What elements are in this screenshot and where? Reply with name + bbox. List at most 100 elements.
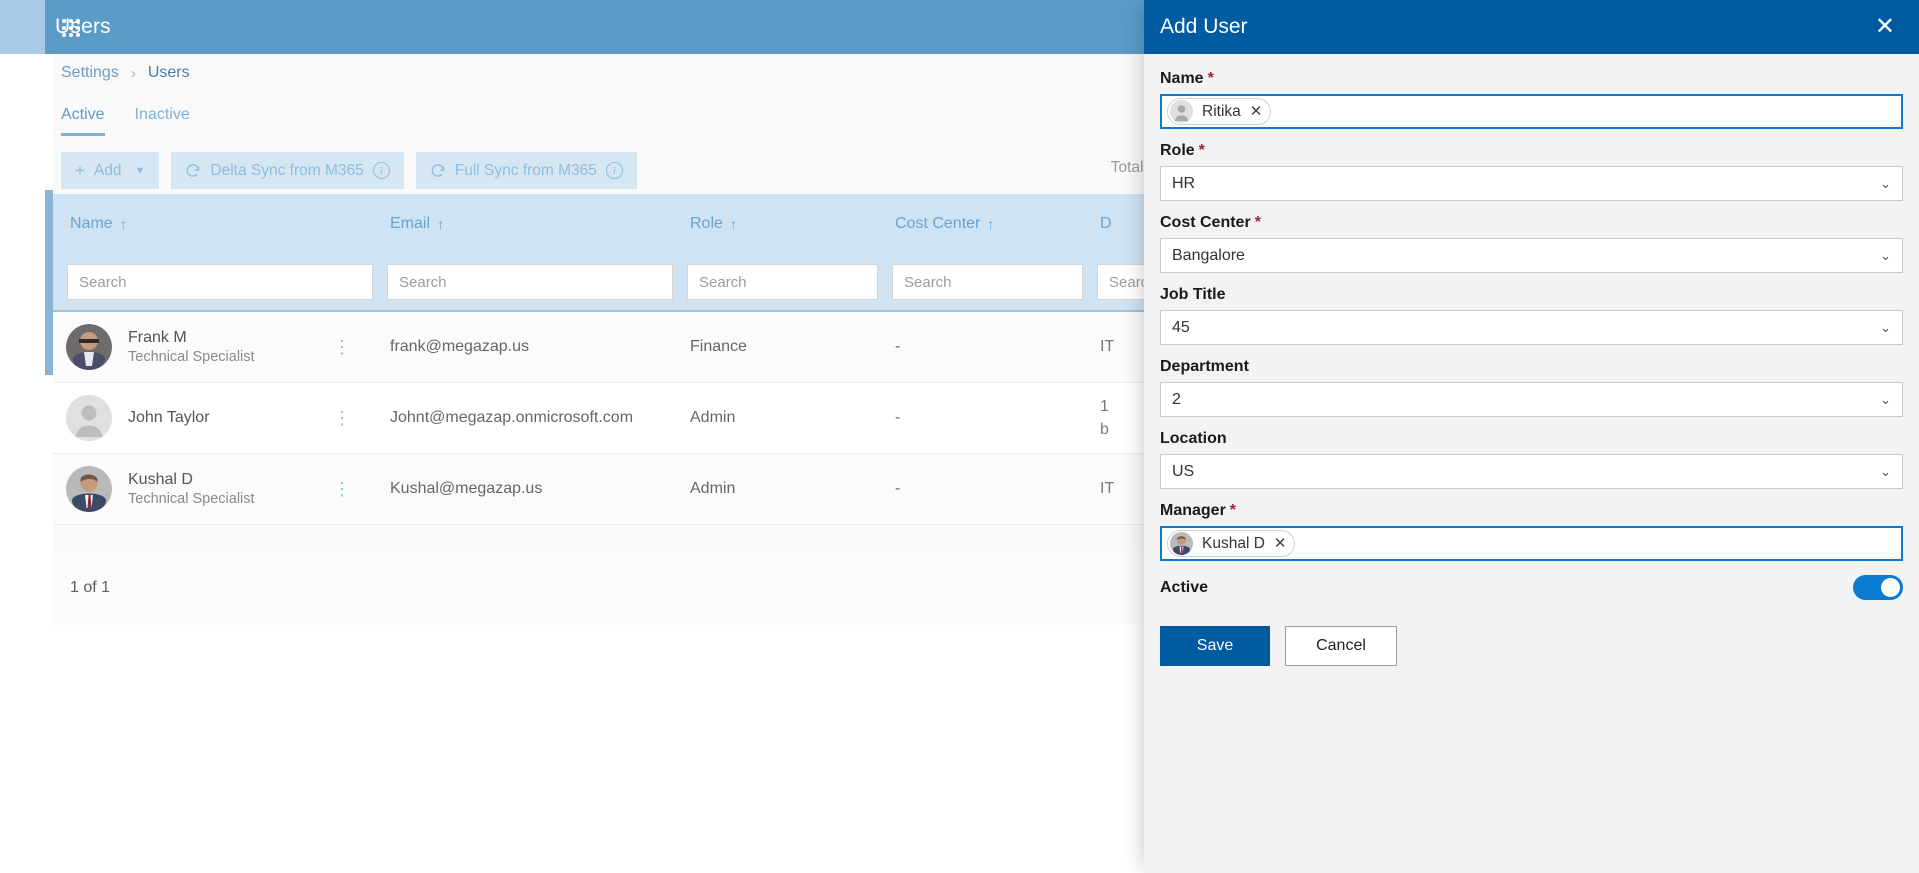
label-text: Name (1160, 70, 1204, 87)
chevron-down-icon: ⌄ (1880, 391, 1891, 407)
field-location: Location US ⌄ (1160, 430, 1903, 489)
close-icon[interactable]: ✕ (1250, 104, 1263, 119)
cost-center-value: Bangalore (1172, 246, 1245, 264)
pagination-label: 1 of 1 (70, 579, 111, 596)
plus-icon: + (75, 161, 85, 180)
field-label-location: Location (1160, 430, 1903, 448)
field-label-manager: Manager * (1160, 502, 1903, 520)
user-email: Kushal@megazap.us (390, 480, 543, 497)
column-label: Name (70, 215, 113, 232)
job-title-select[interactable]: 45 ⌄ (1160, 310, 1903, 345)
active-label: Active (1160, 578, 1209, 596)
field-job-title: Job Title 45 ⌄ (1160, 286, 1903, 345)
breadcrumb: Settings › Users (61, 64, 190, 82)
sort-asc-icon: ↑ (437, 216, 445, 232)
user-cost-center: - (895, 338, 901, 355)
chevron-down-icon: ⌄ (1880, 247, 1891, 263)
column-label: D (1100, 215, 1112, 232)
field-label-name: Name * (1160, 70, 1903, 88)
panel-actions: Save Cancel (1160, 626, 1903, 666)
label-text: Manager (1160, 502, 1226, 519)
column-label: Email (390, 215, 431, 232)
sort-asc-icon: ↑ (119, 216, 127, 232)
refresh-icon (185, 163, 201, 179)
location-value: US (1172, 462, 1195, 480)
users-page: Users Settings › Users Active Inactive +… (0, 0, 1919, 873)
role-select[interactable]: HR ⌄ (1160, 166, 1903, 201)
chevron-down-icon: ⌄ (1880, 463, 1891, 479)
left-accent-strip (45, 190, 53, 375)
avatar (66, 395, 112, 441)
department-select[interactable]: 2 ⌄ (1160, 382, 1903, 417)
label-text: Location (1160, 430, 1227, 447)
required-asterisk: * (1207, 70, 1214, 87)
field-name: Name * Ritika ✕ (1160, 70, 1903, 129)
manager-input[interactable]: Kushal D ✕ (1160, 526, 1903, 561)
more-vertical-icon[interactable]: ⋮ (333, 480, 351, 498)
user-role: Finance (690, 338, 747, 355)
search-input-role[interactable] (687, 264, 878, 300)
user-role: Admin (690, 409, 736, 426)
delta-sync-label: Delta Sync from M365 (210, 161, 364, 179)
full-sync-button[interactable]: Full Sync from M365 i (415, 152, 637, 189)
tab-active[interactable]: Active (61, 106, 105, 136)
field-manager: Manager * Kushal D ✕ (1160, 502, 1903, 561)
field-label-job-title: Job Title (1160, 286, 1903, 304)
sort-asc-icon: ↑ (729, 216, 737, 232)
user-cost-center: - (895, 409, 901, 426)
user-cost-center: - (895, 480, 901, 497)
column-header-name[interactable]: Name ↑ (53, 215, 373, 233)
field-label-role: Role * (1160, 142, 1903, 160)
more-vertical-icon[interactable]: ⋮ (333, 409, 351, 427)
label-text: Department (1160, 358, 1249, 375)
delta-sync-button[interactable]: Delta Sync from M365 i (171, 152, 404, 189)
name-token-label: Ritika (1202, 102, 1241, 120)
location-select[interactable]: US ⌄ (1160, 454, 1903, 489)
column-header-email[interactable]: Email ↑ (373, 215, 673, 233)
add-user-panel: Add User ✕ Name * Ritika ✕ Role * HR ⌄ C… (1144, 0, 1919, 873)
column-label: Role (690, 215, 723, 232)
avatar (66, 324, 112, 370)
column-header-role[interactable]: Role ↑ (673, 215, 878, 233)
required-asterisk: * (1229, 502, 1237, 519)
more-vertical-icon[interactable]: ⋮ (333, 338, 351, 356)
close-icon[interactable]: ✕ (1274, 536, 1287, 551)
active-toggle-row: Active (1160, 575, 1903, 600)
search-input-email[interactable] (387, 264, 673, 300)
breadcrumb-settings[interactable]: Settings (61, 64, 119, 82)
chevron-down-icon: ▼ (134, 164, 146, 177)
search-input-name[interactable] (67, 264, 373, 300)
user-role: Admin (690, 480, 736, 497)
user-email: frank@megazap.us (390, 338, 529, 355)
active-toggle[interactable] (1853, 575, 1903, 600)
label-text: Cost Center (1160, 214, 1251, 231)
name-input[interactable]: Ritika ✕ (1160, 94, 1903, 129)
grid-apps-icon[interactable] (59, 16, 83, 40)
cancel-button[interactable]: Cancel (1285, 626, 1397, 666)
avatar (66, 466, 112, 512)
info-circle-icon[interactable]: i (605, 162, 623, 179)
department-value: 2 (1172, 390, 1181, 408)
user-name: Kushal D (128, 471, 193, 488)
manager-token-label: Kushal D (1202, 534, 1265, 552)
close-icon[interactable]: ✕ (1869, 13, 1901, 41)
user-job-title: Technical Specialist (128, 491, 255, 507)
user-email: Johnt@megazap.onmicrosoft.com (390, 409, 634, 426)
save-button[interactable]: Save (1160, 626, 1270, 666)
field-label-department: Department (1160, 358, 1903, 376)
info-circle-icon[interactable]: i (372, 162, 390, 179)
required-asterisk: * (1198, 142, 1205, 159)
search-input-cost-center[interactable] (892, 264, 1083, 300)
sort-asc-icon: ↑ (987, 216, 995, 232)
column-header-cost-center[interactable]: Cost Center ↑ (878, 215, 1083, 233)
tab-inactive[interactable]: Inactive (135, 106, 190, 136)
toggle-knob (1881, 578, 1900, 597)
user-name: Frank M (128, 329, 187, 346)
panel-header: Add User ✕ (1144, 0, 1919, 54)
add-button[interactable]: + Add ▼ (61, 152, 160, 189)
cost-center-select[interactable]: Bangalore ⌄ (1160, 238, 1903, 273)
field-role: Role * HR ⌄ (1160, 142, 1903, 201)
toolbar: + Add ▼ Delta Sync from M365 i Full Sync… (61, 152, 637, 189)
breadcrumb-users[interactable]: Users (148, 64, 190, 82)
tab-bar: Active Inactive (61, 106, 190, 136)
